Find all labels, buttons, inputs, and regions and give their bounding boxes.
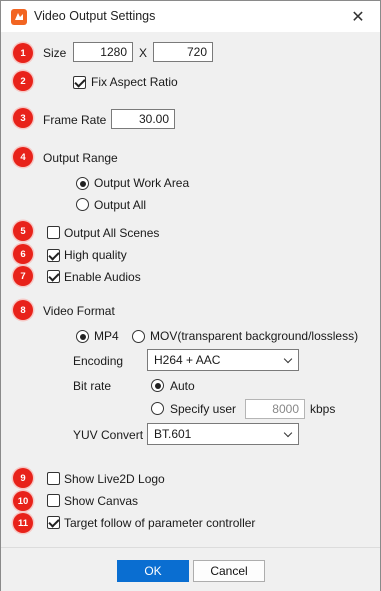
step-badge-3: 3 bbox=[13, 108, 33, 128]
encoding-value: H264 + AAC bbox=[154, 353, 221, 367]
step-badge-5: 5 bbox=[13, 221, 33, 241]
output-all-radio[interactable] bbox=[76, 198, 89, 211]
output-work-area-radio[interactable] bbox=[76, 177, 89, 190]
chevron-down-icon bbox=[283, 354, 293, 364]
height-input[interactable]: 720 bbox=[153, 42, 213, 62]
encoding-label: Encoding bbox=[73, 354, 124, 368]
show-live2d-logo-checkbox[interactable] bbox=[47, 472, 60, 485]
enable-audios-label: Enable Audios bbox=[64, 270, 141, 284]
mp4-label: MP4 bbox=[94, 329, 119, 343]
bitrate-auto-radio[interactable] bbox=[151, 379, 164, 392]
output-all-label: Output All bbox=[94, 198, 147, 212]
step-badge-1: 1 bbox=[13, 43, 33, 63]
step-badge-7: 7 bbox=[13, 266, 33, 286]
fix-aspect-checkbox[interactable] bbox=[73, 76, 86, 89]
output-work-area-label: Output Work Area bbox=[94, 176, 190, 190]
fix-aspect-label: Fix Aspect Ratio bbox=[91, 75, 178, 89]
target-follow-label: Target follow of parameter controller bbox=[64, 516, 256, 530]
yuv-convert-label: YUV Convert bbox=[73, 428, 144, 442]
size-label: Size bbox=[43, 46, 67, 60]
dialog-footer: OK Cancel bbox=[1, 547, 380, 591]
high-quality-label: High quality bbox=[64, 248, 127, 262]
width-input[interactable]: 1280 bbox=[73, 42, 133, 62]
mov-label: MOV(transparent background/lossless) bbox=[150, 329, 359, 343]
cancel-button[interactable]: Cancel bbox=[193, 560, 265, 582]
mp4-radio[interactable] bbox=[76, 330, 89, 343]
ok-button[interactable]: OK bbox=[117, 560, 189, 582]
mov-radio[interactable] bbox=[132, 330, 145, 343]
high-quality-checkbox[interactable] bbox=[47, 249, 60, 262]
video-format-label: Video Format bbox=[43, 304, 115, 318]
dialog-window: Video Output Settings ✕ 1 2 3 4 5 6 7 8 … bbox=[0, 0, 381, 591]
settings-panel: 1 2 3 4 5 6 7 8 9 10 11 Size 1280 X 720 … bbox=[1, 32, 380, 547]
bitrate-input[interactable]: 8000 bbox=[245, 399, 305, 419]
step-badge-4: 4 bbox=[13, 147, 33, 167]
target-follow-checkbox[interactable] bbox=[47, 516, 60, 529]
enable-audios-checkbox[interactable] bbox=[47, 270, 60, 283]
frame-rate-label: Frame Rate bbox=[43, 113, 107, 127]
bitrate-specify-label: Specify user bbox=[170, 402, 237, 416]
app-logo-icon bbox=[11, 9, 27, 25]
bitrate-auto-label: Auto bbox=[170, 379, 195, 393]
show-live2d-logo-label: Show Live2D Logo bbox=[64, 472, 165, 486]
step-badge-8: 8 bbox=[13, 300, 33, 320]
bitrate-label: Bit rate bbox=[73, 379, 112, 393]
output-all-scenes-label: Output All Scenes bbox=[64, 226, 160, 240]
yuv-convert-select[interactable]: BT.601 bbox=[147, 423, 299, 445]
encoding-select[interactable]: H264 + AAC bbox=[147, 349, 299, 371]
frame-rate-input[interactable]: 30.00 bbox=[111, 109, 175, 129]
step-badge-2: 2 bbox=[13, 71, 33, 91]
step-badge-10: 10 bbox=[13, 491, 33, 511]
close-icon: ✕ bbox=[351, 8, 365, 26]
window-title: Video Output Settings bbox=[34, 9, 156, 23]
bitrate-unit: kbps bbox=[310, 402, 336, 416]
step-badge-6: 6 bbox=[13, 244, 33, 264]
show-canvas-label: Show Canvas bbox=[64, 494, 139, 508]
step-badge-9: 9 bbox=[13, 468, 33, 488]
output-all-scenes-checkbox[interactable] bbox=[47, 226, 60, 239]
title-bar: Video Output Settings ✕ bbox=[1, 1, 380, 32]
step-badge-11: 11 bbox=[13, 513, 33, 533]
yuv-convert-value: BT.601 bbox=[154, 427, 192, 441]
close-button[interactable]: ✕ bbox=[336, 1, 380, 32]
size-separator: X bbox=[139, 46, 148, 60]
chevron-down-icon bbox=[283, 428, 293, 438]
bitrate-specify-radio[interactable] bbox=[151, 402, 164, 415]
output-range-label: Output Range bbox=[43, 151, 118, 165]
show-canvas-checkbox[interactable] bbox=[47, 494, 60, 507]
